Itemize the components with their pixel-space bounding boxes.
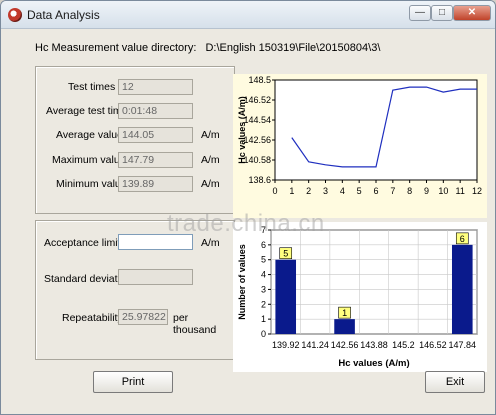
line-chart-x-tick-label: 5 (357, 186, 362, 196)
line-chart-x-tick-label: 0 (272, 186, 277, 196)
bar-chart-y-tick-label: 2 (261, 299, 266, 309)
data-analysis-window: Data Analysis — □ ✕ Hc Measurement value… (0, 0, 496, 415)
line-chart-x-tick-label: 9 (424, 186, 429, 196)
bar-chart-bar (451, 244, 473, 334)
bar-chart-x-tick-label: 142.56 (331, 340, 359, 350)
line-chart-x-tick-label: 4 (340, 186, 345, 196)
line-chart-y-tick-label: 144.54 (243, 115, 271, 125)
title-bar[interactable]: Data Analysis — □ ✕ (1, 1, 495, 29)
avg-value-field: 144.05 (118, 127, 193, 143)
hc-values-line-chart: Hc values (A/m) 148.5 146.52 144.54 142.56 1… (233, 74, 487, 218)
bar-chart-y-axis-label: Number of values (237, 244, 247, 320)
avg-test-time-field: 0:01:48 (118, 103, 193, 119)
exit-button[interactable]: Exit (425, 371, 485, 393)
acceptance-limits-unit: A/m (201, 237, 220, 249)
acceptance-group: Acceptance limits A/m Standard deviation… (35, 220, 235, 360)
repeatability-label: Repeatability (62, 312, 123, 324)
line-chart-x-tick-label: 10 (438, 186, 448, 196)
line-chart-y-tick-label: 146.52 (243, 95, 271, 105)
bar-chart-y-tick-label: 0 (261, 329, 266, 339)
bar-chart-x-tick-label: 143.88 (360, 340, 388, 350)
bar-chart-plot-area (270, 229, 478, 335)
min-value-field: 139.89 (118, 176, 193, 192)
acceptance-limits-input[interactable] (118, 234, 193, 250)
line-chart-x-tick-label: 8 (407, 186, 412, 196)
max-value-label: Maximum value (52, 154, 126, 166)
bar-chart-y-tick-label: 1 (261, 314, 266, 324)
avg-test-time-label: Average test time (46, 105, 128, 117)
test-times-field: 12 (118, 79, 193, 95)
line-chart-x-tick-label: 2 (306, 186, 311, 196)
line-chart-y-tick-label: 142.56 (243, 135, 271, 145)
bar-chart-value-label: 1 (342, 308, 347, 318)
maximize-button[interactable]: □ (431, 5, 453, 21)
line-chart-x-tick-label: 6 (373, 186, 378, 196)
min-value-label: Minimum value (56, 178, 127, 190)
line-chart-x-tick-label: 11 (455, 186, 464, 196)
bar-chart-bar (334, 319, 355, 334)
bar-chart-x-tick-label: 141.24 (301, 340, 329, 350)
bar-chart-bar (275, 259, 297, 334)
directory-line: Hc Measurement value directory: D:\Engli… (35, 42, 380, 54)
repeatability-unit: per thousand (173, 312, 217, 336)
bar-chart-x-axis-label: Hc values (A/m) (338, 358, 409, 369)
repeatability-field: 25.97822 (118, 309, 168, 325)
stats-group: Test times 12 Average test time 0:01:48 … (35, 66, 235, 214)
window-title: Data Analysis (27, 8, 100, 22)
std-dev-field (118, 269, 193, 285)
line-chart-y-tick-label: 140.58 (243, 155, 271, 165)
avg-value-unit: A/m (201, 129, 220, 141)
test-times-label: Test times (68, 81, 116, 93)
line-chart-y-axis-label: Hc values (A/m) (237, 96, 247, 164)
line-chart-y-tick-label: 148.5 (248, 75, 271, 85)
print-button[interactable]: Print (93, 371, 173, 393)
line-chart-x-tick-label: 3 (323, 186, 328, 196)
bar-chart-y-tick-label: 5 (261, 255, 266, 265)
minimize-button[interactable]: — (409, 5, 431, 21)
acceptance-limits-label: Acceptance limits (44, 237, 126, 249)
line-chart-y-tick-label: 138.6 (248, 175, 271, 185)
min-value-unit: A/m (201, 178, 220, 190)
directory-path: D:\English 150319\File\20150804\3\ (205, 42, 381, 54)
bar-chart-y-tick-label: 4 (261, 270, 266, 280)
app-icon (8, 8, 22, 22)
bar-chart-value-label: 5 (283, 249, 288, 259)
bar-chart-x-tick-label: 139.92 (272, 340, 300, 350)
bar-chart-y-tick-label: 7 (261, 225, 266, 235)
hc-values-histogram: Number of values 0 1 2 3 4 5 6 7 5 1 6 139.92 141.… (233, 222, 487, 372)
bar-chart-value-label: 6 (460, 234, 465, 244)
bar-chart-x-tick-label: 146.52 (419, 340, 447, 350)
max-value-field: 147.79 (118, 152, 193, 168)
line-chart-x-tick-label: 12 (472, 186, 482, 196)
bar-chart-x-tick-label: 147.84 (449, 340, 477, 350)
bar-chart-x-tick-label: 145.2 (392, 340, 415, 350)
avg-value-label: Average value (56, 129, 123, 141)
bar-chart-y-tick-label: 3 (261, 284, 266, 294)
max-value-unit: A/m (201, 154, 220, 166)
line-chart-x-tick-label: 1 (289, 186, 294, 196)
bar-chart-y-tick-label: 6 (261, 240, 266, 250)
client-area: Hc Measurement value directory: D:\Engli… (7, 30, 491, 412)
close-button[interactable]: ✕ (453, 5, 491, 21)
line-chart-x-tick-label: 7 (390, 186, 395, 196)
directory-label: Hc Measurement value directory: (35, 42, 197, 54)
